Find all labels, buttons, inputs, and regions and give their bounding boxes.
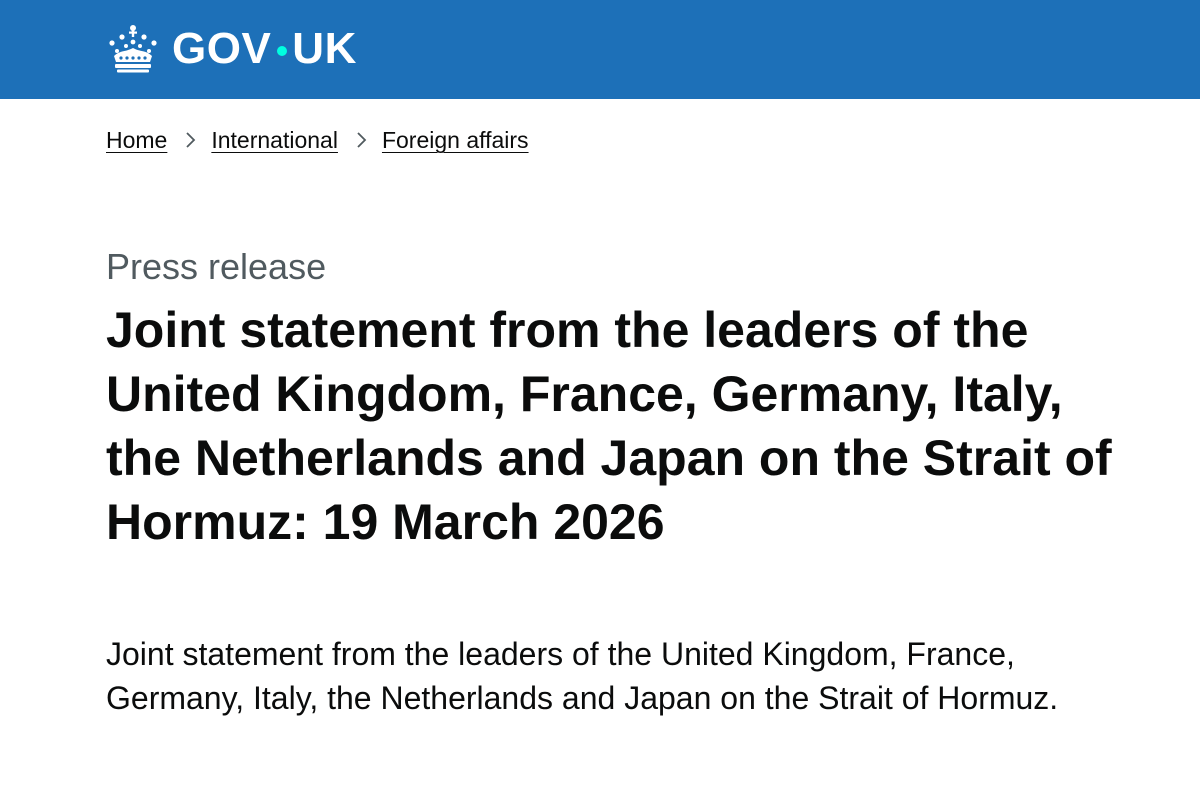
logo-text-uk: UK <box>292 24 357 73</box>
govuk-logo-link[interactable]: GOV UK <box>106 22 357 76</box>
page-caption: Press release <box>106 246 327 287</box>
site-header: GOV UK <box>0 0 1200 99</box>
page-title: Joint statement from the leaders of the … <box>106 302 1112 550</box>
breadcrumb: Home International Foreign affairs <box>106 124 529 156</box>
chevron-right-icon <box>348 130 376 150</box>
breadcrumb-link-international[interactable]: International <box>211 124 338 156</box>
logo-text-gov: GOV <box>172 24 272 73</box>
govuk-wordmark: GOV UK <box>172 22 357 76</box>
chevron-right-icon <box>177 130 205 150</box>
breadcrumb-link-foreign-affairs[interactable]: Foreign affairs <box>382 124 529 156</box>
crown-icon <box>109 25 157 73</box>
logo-dot <box>277 46 288 56</box>
breadcrumb-link-home[interactable]: Home <box>106 124 167 156</box>
lead-paragraph: Joint statement from the leaders of the … <box>106 636 1059 716</box>
